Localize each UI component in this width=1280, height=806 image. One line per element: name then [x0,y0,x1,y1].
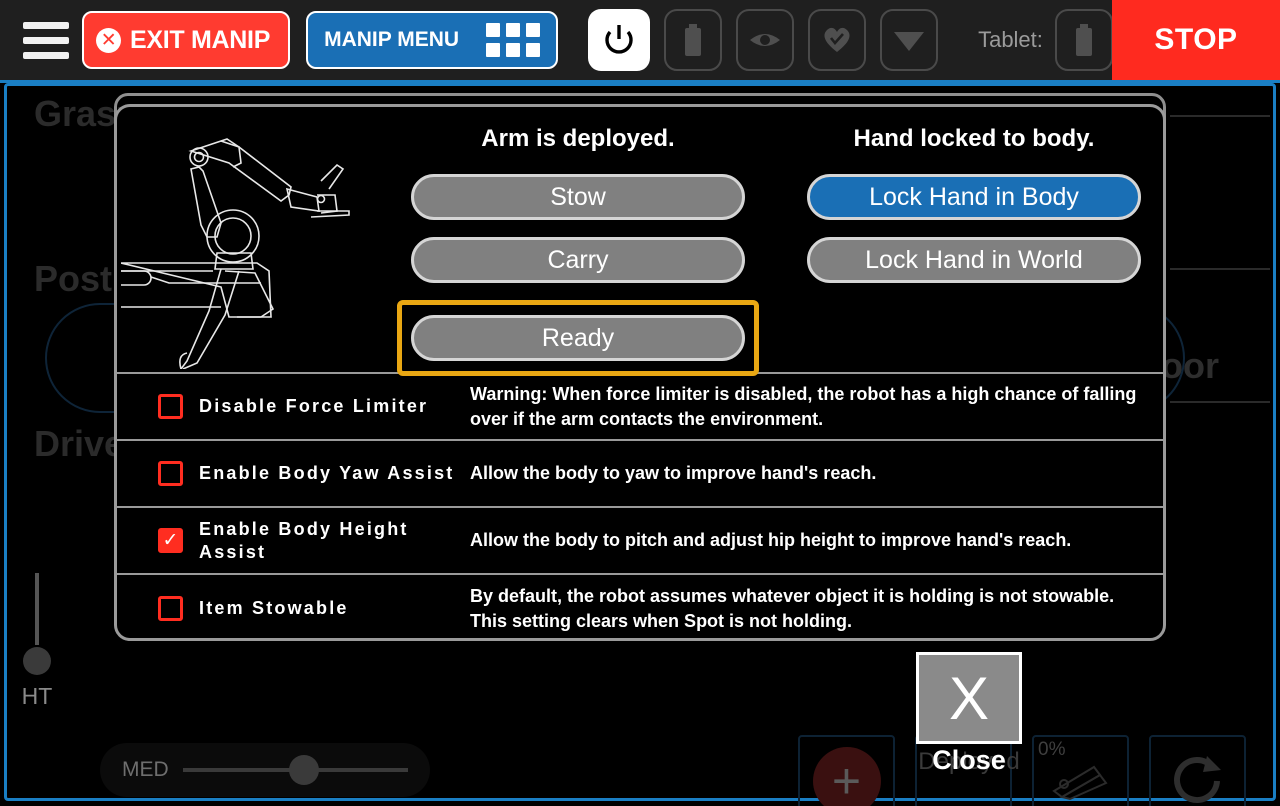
settings-row-description: Allow the body to pitch and adjust hip h… [470,530,1072,551]
settings-row-control[interactable]: Enable Body Yaw Assist [117,461,470,486]
power-icon [605,25,633,54]
arm-status-title: Arm is deployed. [481,125,675,152]
enable-body-yaw-assist-checkbox[interactable] [158,461,183,486]
close-button-label: Close [932,745,1006,775]
stow-button-wrap: Stow [411,174,745,220]
ready-button-wrap: Ready [397,300,759,376]
settings-row[interactable]: ✓ Enable Body Height Assist Allow the bo… [117,508,1163,575]
settings-row[interactable]: Enable Body Yaw Assist Allow the body to… [117,441,1163,508]
heart-icon [824,27,850,52]
hand-column: Hand locked to body. Lock Hand in Body L… [807,125,1141,300]
stop-button[interactable]: STOP [1112,0,1280,80]
refresh-icon [1173,756,1221,804]
bg-divider-3 [1170,401,1270,403]
eye-icon [750,34,781,46]
settings-row[interactable]: Item Stowable By default, the robot assu… [117,575,1163,638]
settings-row-label: Item Stowable [199,598,349,619]
height-slider-knob[interactable] [23,647,51,675]
settings-row-control[interactable]: ✓ Enable Body Height Assist [117,518,470,563]
close-button[interactable]: X [916,652,1022,744]
settings-row-label: Disable Force Limiter [199,396,429,417]
action-button-box[interactable]: + [798,735,895,806]
tablet-battery-label: Tablet: [978,27,1043,52]
grid-icon [486,23,541,57]
settings-row-label: Enable Body Yaw Assist [199,463,455,484]
settings-list: Disable Force Limiter Warning: When forc… [117,372,1163,638]
power-button[interactable] [588,9,651,71]
manip-menu-button[interactable]: MANIP MENU [306,11,559,69]
settings-row-label: Enable Body Height Assist [199,519,409,562]
plus-circle-icon: + [812,747,881,806]
exit-manip-button[interactable]: ✕ EXIT MANIP [82,11,291,69]
battery-icon [1075,24,1092,56]
checkmark-icon: ✓ [162,529,179,551]
height-slider-label: HT [21,683,53,709]
empty-percent-badge: 0% [1038,739,1066,760]
bg-word-drive: Drive [34,423,125,464]
dialog-top-section: Arm is deployed. Stow Carry Ready Hand l… [117,107,1163,376]
tablet-battery-status[interactable] [1054,9,1113,71]
settings-row-description: By default, the robot assumes whatever o… [470,586,1115,631]
health-status[interactable] [808,9,867,71]
ramp-icon [1051,765,1108,801]
robot-battery-status[interactable] [664,9,723,71]
height-slider-track [35,573,39,645]
ready-button[interactable]: Ready [411,315,745,361]
settings-row[interactable]: Disable Force Limiter Warning: When forc… [117,374,1163,441]
wifi-status[interactable] [880,9,939,71]
camera-status[interactable] [736,9,795,71]
top-header-bar: ✕ EXIT MANIP MANIP MENU Tablet: STOP [0,0,1280,83]
settings-row-description: Warning: When force limiter is disabled,… [470,384,1137,429]
stow-button[interactable]: Stow [411,174,745,220]
action-button[interactable]: + Action [798,735,895,806]
carry-button[interactable]: Carry [411,237,745,283]
settings-row-control[interactable]: Disable Force Limiter [117,394,470,419]
wifi-icon [894,32,925,51]
disable-force-limiter-checkbox[interactable] [158,394,183,419]
speed-slider[interactable]: MED [100,743,430,797]
arm-column: Arm is deployed. Stow Carry Ready [397,125,759,376]
empty-button[interactable]: 0% Empty [1032,735,1129,806]
hand-status-title: Hand locked to body. [853,125,1095,152]
exit-manip-label: EXIT MANIP [130,25,271,54]
bg-divider-1 [1170,115,1270,117]
robot-arm-deployed-illustration [121,138,350,369]
hamburger-icon[interactable] [16,21,76,59]
app-root: Grasp Post G Drive Door HT MED Reach [0,0,1280,806]
empty-button-box[interactable]: 0% [1032,735,1129,806]
lock-hand-in-world-button[interactable]: Lock Hand in World [807,237,1141,283]
refresh-button[interactable] [1149,735,1246,806]
manip-menu-label: MANIP MENU [324,28,460,51]
speed-slider-knob[interactable] [288,755,319,785]
settings-row-description: Allow the body to yaw to improve hand's … [470,463,877,484]
battery-icon [685,24,702,56]
height-slider[interactable]: HT [18,573,56,710]
speed-slider-track[interactable] [182,755,408,785]
refresh-button-box[interactable] [1149,735,1246,806]
lock-hand-world-wrap: Lock Hand in World [807,237,1141,283]
lock-hand-in-body-button[interactable]: Lock Hand in Body [807,174,1141,220]
item-stowable-checkbox[interactable] [158,596,183,621]
carry-button-wrap: Carry [411,237,745,283]
speed-slider-label: MED [122,758,169,781]
lock-hand-body-wrap: Lock Hand in Body [807,174,1141,220]
settings-row-control[interactable]: Item Stowable [117,596,470,621]
bg-divider-2 [1170,268,1270,270]
enable-body-height-assist-checkbox[interactable]: ✓ [158,528,183,553]
manipulation-dialog: Arm is deployed. Stow Carry Ready Hand l… [114,104,1166,641]
x-circle-icon: ✕ [96,27,121,53]
